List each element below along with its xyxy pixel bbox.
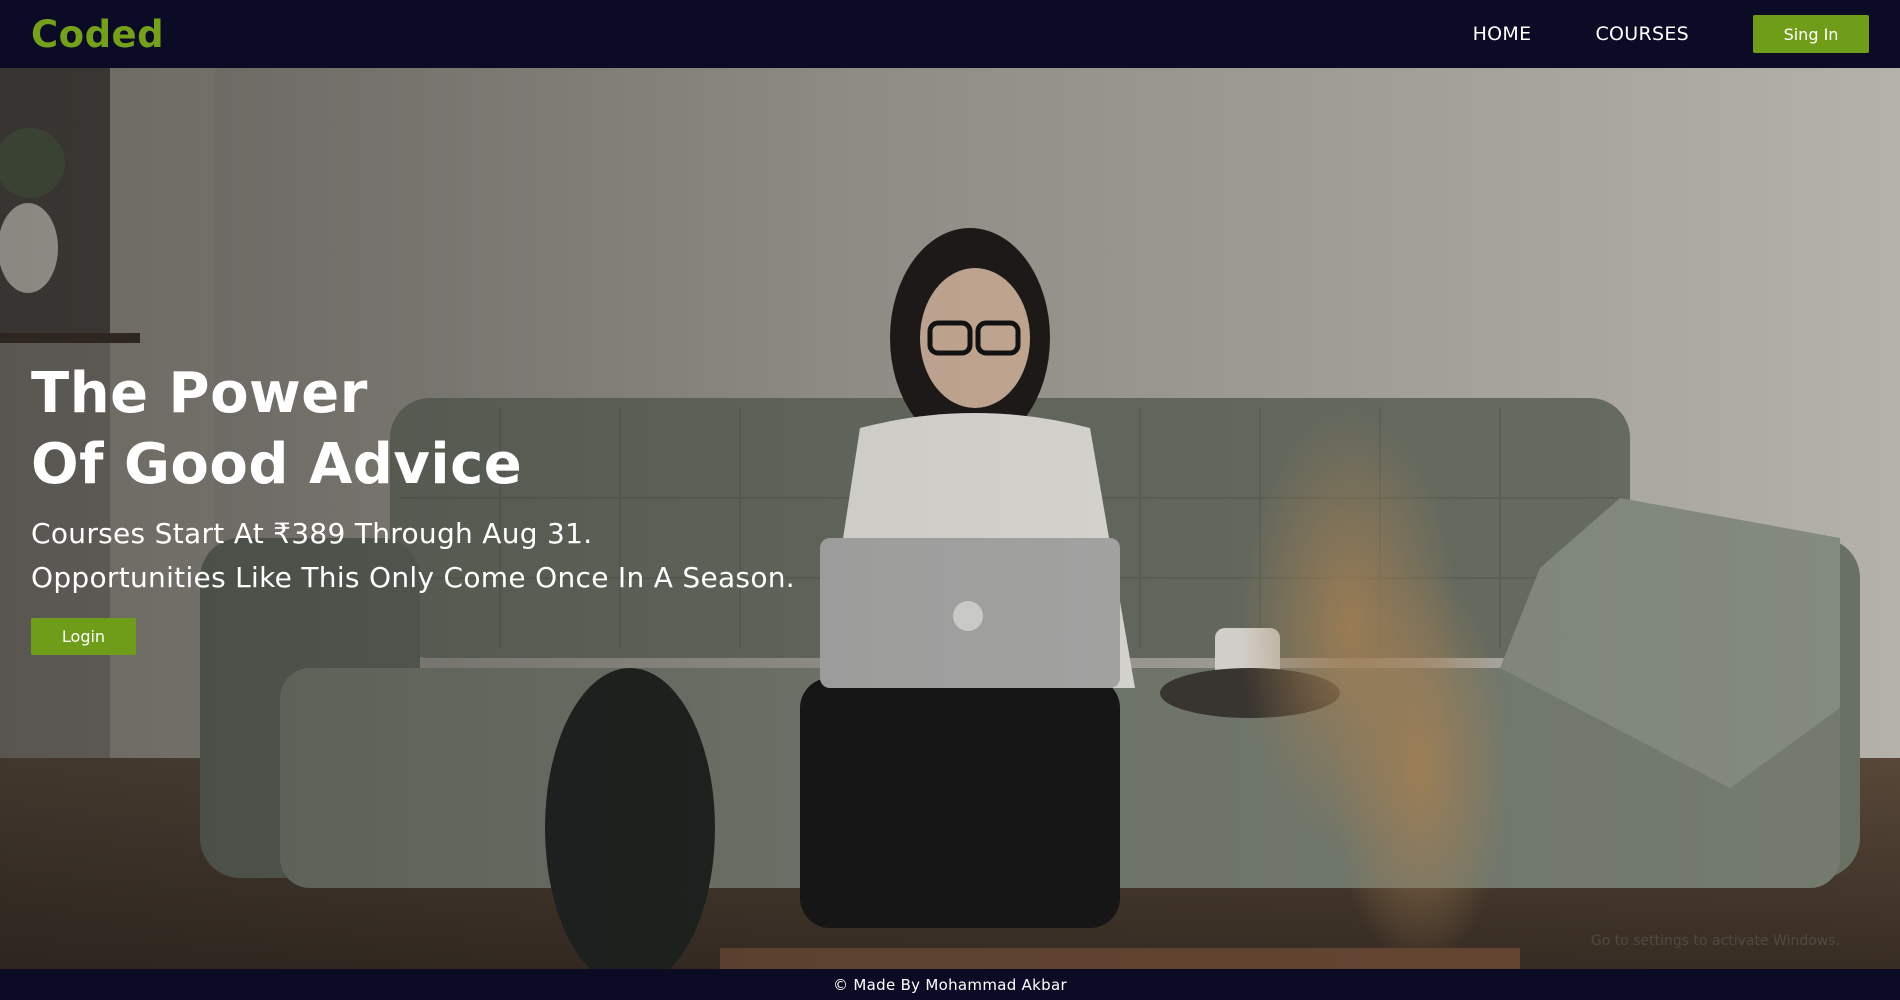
hero-title: The Power Of Good Advice	[31, 358, 931, 500]
hero-title-line1: The Power	[31, 361, 368, 426]
brand-logo[interactable]: Coded	[31, 13, 164, 56]
hero-content: The Power Of Good Advice Courses Start A…	[31, 358, 931, 655]
login-button[interactable]: Login	[31, 618, 136, 655]
hero-subtitle-line1: Courses Start At ₹389 Through Aug 31.	[31, 517, 593, 550]
nav-link-courses[interactable]: COURSES	[1595, 23, 1689, 45]
nav-link-home[interactable]: HOME	[1473, 23, 1532, 45]
hero-section: The Power Of Good Advice Courses Start A…	[0, 68, 1900, 969]
hero-title-line2: Of Good Advice	[31, 432, 523, 497]
nav-menu: HOME COURSES Sing In	[1473, 15, 1869, 53]
footer-credit: © Made By Mohammad Akbar	[833, 975, 1067, 994]
hero-subtitle-line2: Opportunities Like This Only Come Once I…	[31, 561, 795, 594]
activation-watermark: Go to settings to activate Windows.	[1590, 933, 1840, 949]
sign-in-button[interactable]: Sing In	[1753, 15, 1869, 53]
top-navbar: Coded HOME COURSES Sing In	[0, 0, 1900, 68]
footer: © Made By Mohammad Akbar	[0, 969, 1900, 1000]
hero-subtitle: Courses Start At ₹389 Through Aug 31. Op…	[31, 512, 931, 600]
